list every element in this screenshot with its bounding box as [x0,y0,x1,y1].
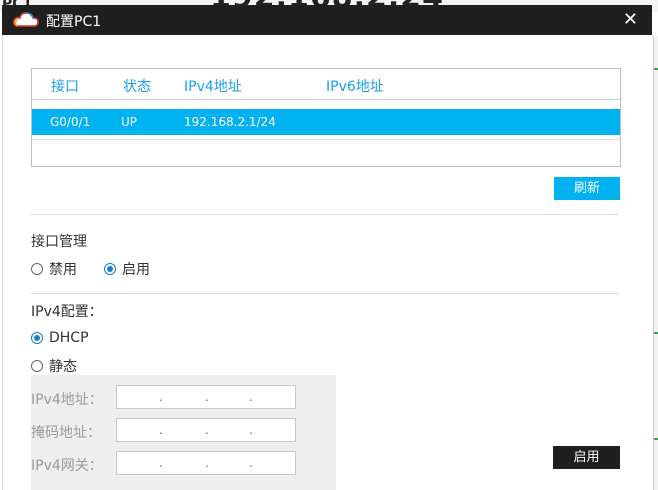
interface-mgmt-label: 接口管理 [31,234,87,250]
ipv4-address-input[interactable]: . . . [116,385,296,409]
mask-address-input[interactable]: . . . [116,418,296,442]
divider [31,214,619,215]
static-ip-panel: IPv4地址： . . . 掩码地址： . . . IPv4网关： . . . [31,375,336,490]
apply-button[interactable]: 启用 [553,446,620,469]
column-header-status: 状态 [123,79,151,95]
radio-off-icon [31,263,43,275]
ipv4-address-row: IPv4地址： . . . [31,385,336,409]
radio-disable-label: 禁用 [49,262,77,278]
cell-interface: G0/0/1 [50,115,91,129]
mask-address-row: 掩码地址： . . . [31,418,336,442]
radio-on-icon [31,332,43,344]
table-header: 接口 状态 IPv4地址 IPv6地址 [32,69,620,99]
cell-ipv4: 192.168.2.1/24 [184,115,276,129]
ipv4-address-label: IPv4地址： [31,392,103,408]
close-icon[interactable]: ✕ [623,9,638,30]
dialog-title: 配置PC1 [46,14,102,30]
radio-dhcp-label: DHCP [49,330,89,346]
config-dialog: 配置PC1 ✕ 接口 状态 IPv4地址 IPv6地址 G0/0/1 UP 19… [2,5,652,490]
table-row[interactable]: G0/0/1 UP 192.168.2.1/24 [32,109,620,135]
gateway-row: IPv4网关： . . . [31,451,336,475]
canvas-edge [653,36,658,490]
cloud-logo-icon [13,12,39,27]
interface-table: 接口 状态 IPv4地址 IPv6地址 G0/0/1 UP 192.168.2.… [31,68,621,167]
radio-on-icon [104,263,116,275]
column-header-ipv6: IPv6地址 [326,79,384,95]
radio-enable-label: 启用 [122,262,150,278]
gateway-label: IPv4网关： [31,458,103,474]
ipv4-config-label: IPv4配置： [31,304,103,320]
column-header-ipv4: IPv4地址 [184,79,242,95]
cell-status: UP [121,115,138,129]
radio-static[interactable]: 静态 [31,356,77,376]
radio-enable[interactable]: 启用 [104,259,150,279]
dialog-titlebar[interactable]: 配置PC1 ✕ [2,5,652,35]
radio-disable[interactable]: 禁用 [31,259,77,279]
mask-address-label: 掩码地址： [31,425,101,441]
radio-dhcp[interactable]: DHCP [31,330,89,346]
refresh-button[interactable]: 刷新 [554,177,620,200]
divider [31,293,619,294]
radio-static-label: 静态 [49,359,77,375]
column-header-interface: 接口 [51,79,79,95]
gateway-input[interactable]: . . . [116,451,296,475]
radio-off-icon [31,360,43,372]
